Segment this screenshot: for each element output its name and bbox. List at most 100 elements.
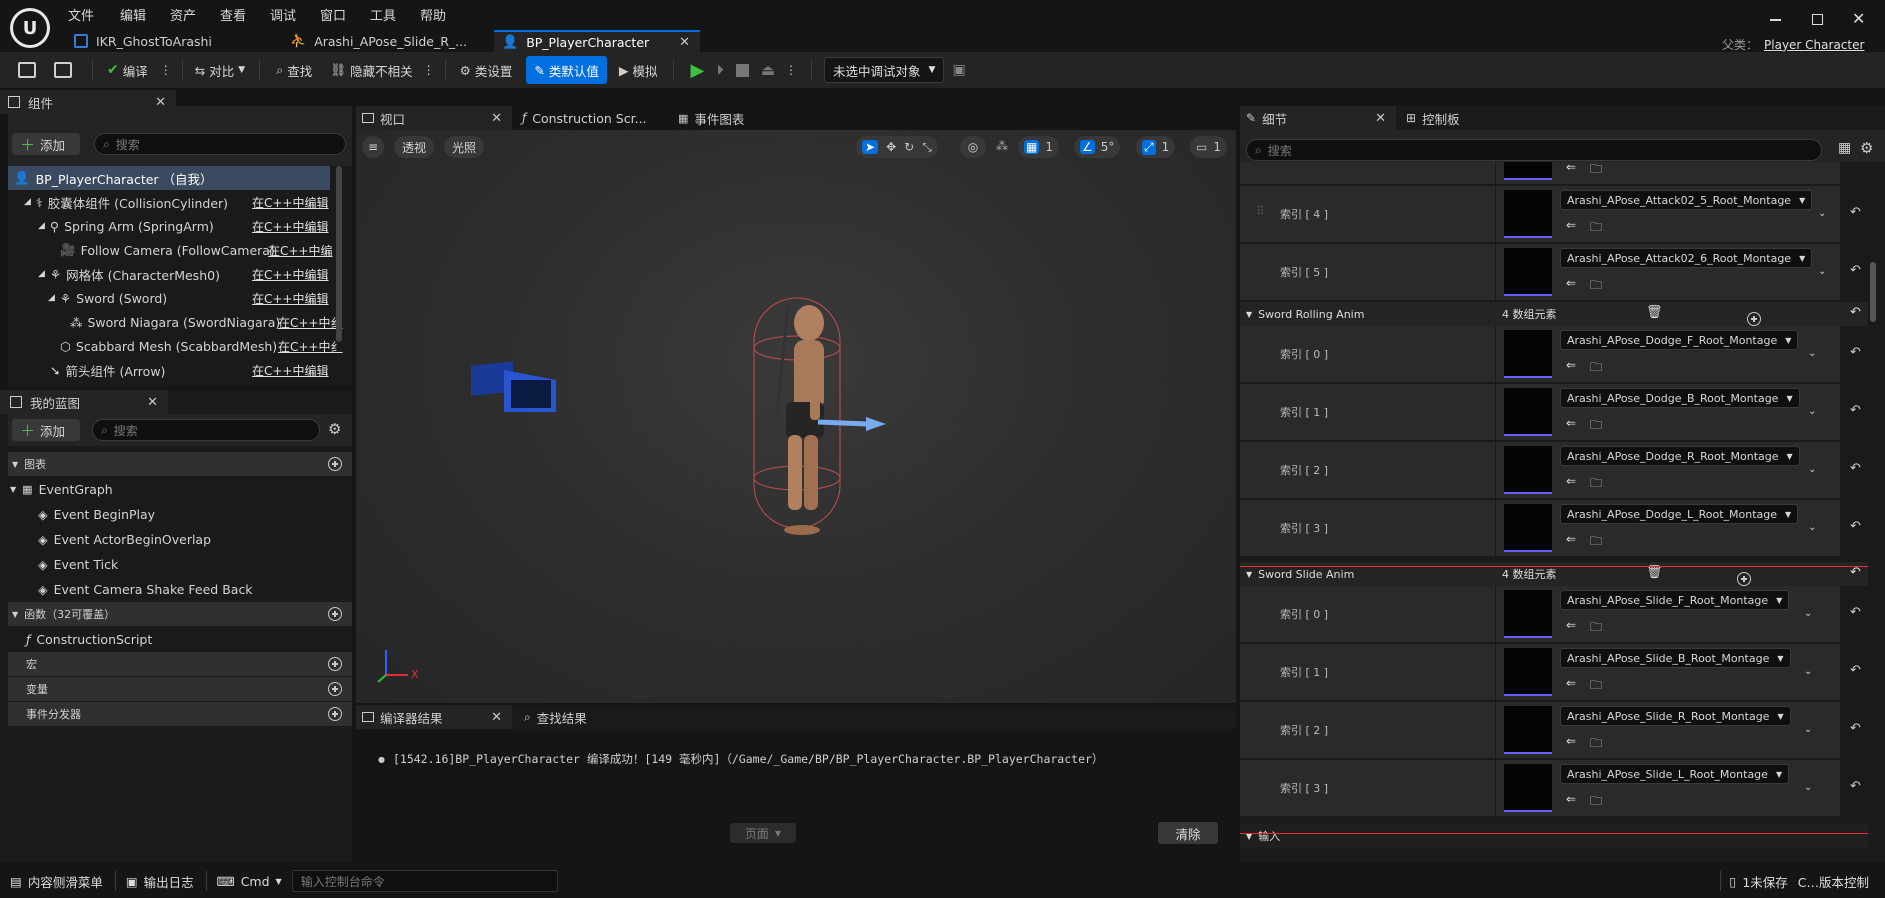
reset-icon[interactable]: ↶ (1850, 403, 1861, 418)
construction-script-item[interactable]: ƒ ConstructionScript (0, 627, 344, 651)
hide-options-icon[interactable]: ⋮ (423, 63, 435, 77)
close-tab-icon[interactable]: ✕ (679, 35, 690, 50)
tab-find-results[interactable]: ⌕ 查找结果 (524, 705, 587, 729)
component-capsule[interactable]: ◢ ⚕ 胶囊体组件 (CollisionCylinder) 在C++中编辑 (8, 190, 352, 214)
add-variable-icon[interactable] (328, 682, 342, 696)
montage-asset-picker[interactable]: Arashi_APose_Dodge_L_Root_Montage ▼ (1560, 504, 1799, 524)
close-tab-icon[interactable]: ✕ (147, 395, 158, 410)
compile-button[interactable]: ✔ 编译 (107, 55, 148, 85)
eject-icon[interactable]: ⏏ (761, 61, 775, 79)
find-button[interactable]: ⌕ 查找 (276, 55, 312, 85)
sword-rolling-anim-group[interactable]: ▼ Sword Rolling Anim 4 数组元素 🗑 ↶ (1240, 302, 1868, 326)
play-options-icon[interactable]: ⋮ (785, 63, 797, 77)
row-options-chevron-icon[interactable]: ⌄ (1808, 522, 1816, 533)
functions-section-header[interactable]: ▼ 函数（32可覆盖） (8, 602, 352, 626)
close-window-icon[interactable]: ✕ (1852, 9, 1865, 28)
use-selected-icon[interactable]: ⇐ (1566, 474, 1582, 490)
montage-asset-picker[interactable]: Arashi_APose_Attack02_5_Root_Montage ▼ (1560, 190, 1813, 210)
tab-construction-script[interactable]: ƒ Construction Scr... (512, 106, 670, 130)
tab-compiler-results[interactable]: 编译器结果 ✕ (356, 705, 512, 729)
step-icon[interactable]: ⏵ (716, 61, 724, 79)
reset-icon[interactable]: ↶ (1850, 205, 1861, 220)
edit-in-cpp-link[interactable]: 在C++中编辑 (252, 194, 329, 211)
details-search-input[interactable]: ⌕ 搜索 (1246, 139, 1822, 161)
close-tab-icon[interactable]: ✕ (1375, 111, 1386, 126)
close-tab-icon[interactable]: ✕ (491, 710, 502, 725)
expand-arrow-icon[interactable]: ◢ (38, 221, 45, 231)
diff-button[interactable]: ⇆ 对比 ▼ (195, 55, 245, 85)
browse-asset-icon[interactable]: 🗀 (1590, 416, 1606, 432)
settings-gear-icon[interactable]: ⚙ (1860, 139, 1873, 157)
macros-section-header[interactable]: 宏 (8, 652, 352, 676)
use-selected-icon[interactable]: ⇐ (1566, 276, 1582, 292)
page-dropdown[interactable]: 页面 ▼ (730, 823, 796, 843)
tab-details[interactable]: ✎ 细节 ✕ (1240, 106, 1396, 130)
myblueprint-tab[interactable]: 我的蓝图 ✕ (0, 390, 168, 414)
edit-in-cpp-link[interactable]: 在C++中编 (268, 242, 333, 259)
edit-in-cpp-link[interactable]: 在C++中编辑 (252, 218, 329, 235)
browse-icon[interactable] (54, 62, 72, 78)
asset-thumbnail[interactable] (1504, 388, 1552, 436)
myblueprint-search-input[interactable]: ⌕ 搜索 (92, 419, 320, 441)
graphs-section-header[interactable]: ▼ 图表 (8, 452, 352, 476)
dispatchers-section-header[interactable]: 事件分发器 (8, 702, 352, 726)
settings-gear-icon[interactable]: ⚙ (328, 420, 341, 438)
row-options-chevron-icon[interactable]: ⌄ (1818, 266, 1826, 277)
parent-class-link[interactable]: Player Character (1764, 38, 1864, 52)
reset-icon[interactable]: ↶ (1850, 345, 1861, 360)
row-options-chevron-icon[interactable]: ⌄ (1808, 464, 1816, 475)
asset-thumbnail[interactable] (1504, 504, 1552, 552)
montage-asset-picker[interactable]: Arashi_APose_Dodge_B_Root_Montage ▼ (1560, 388, 1800, 408)
class-defaults-button[interactable]: ✎ 类默认值 (526, 56, 607, 84)
components-tab[interactable]: 组件 ✕ (0, 90, 176, 114)
component-mesh[interactable]: ◢ ⚘ 网格体 (CharacterMesh0) 在C++中编辑 (8, 262, 352, 286)
reset-icon[interactable]: ↶ (1850, 519, 1861, 534)
tree-scrollbar[interactable] (336, 166, 342, 342)
menu-help[interactable]: 帮助 (420, 5, 470, 24)
reset-icon[interactable]: ↶ (1850, 461, 1861, 476)
maximize-icon[interactable] (1812, 14, 1823, 25)
doc-tab-anim[interactable]: ⛹ Arashi_APose_Slide_R_... (282, 30, 492, 52)
doc-tab-ikr[interactable]: IKR_GhostToArashi (58, 30, 280, 52)
row-options-chevron-icon[interactable]: ⌄ (1818, 208, 1826, 219)
use-selected-icon[interactable]: ⇐ (1566, 218, 1582, 234)
component-springarm[interactable]: ◢ ⚲ Spring Arm (SpringArm) 在C++中编辑 (8, 214, 352, 238)
asset-thumbnail[interactable] (1504, 162, 1552, 180)
edit-in-cpp-link[interactable]: 在C++中编辑 (252, 290, 329, 307)
reset-icon[interactable]: ↶ (1850, 305, 1861, 320)
clear-button[interactable]: 清除 (1158, 822, 1218, 844)
add-blueprint-item-button[interactable]: ＋ 添加 (12, 419, 80, 441)
reset-icon[interactable]: ↶ (1850, 263, 1861, 278)
viewport[interactable]: ≡ 透视 光照 ➤ ✥ ↻ ⤡ ◎ ⁂ ▦ 1 ∠ 5° ⤢ 1 ▭ 1 X (356, 130, 1236, 703)
content-drawer-button[interactable]: ▤ 内容侧滑菜单 (10, 872, 103, 891)
arrow-gizmo[interactable] (817, 417, 886, 431)
camera-gizmo[interactable] (471, 361, 556, 412)
use-selected-icon[interactable]: ⇐ (1566, 162, 1582, 176)
browse-asset-icon[interactable]: 🗀 (1590, 358, 1606, 374)
add-dispatcher-icon[interactable] (328, 707, 342, 721)
menu-edit[interactable]: 编辑 (120, 5, 170, 24)
edit-in-cpp-link[interactable]: 在C++中编辑 (252, 266, 329, 283)
component-niagara[interactable]: ⁂ Sword Niagara (SwordNiagara) 在C++中纟 (8, 310, 352, 334)
asset-thumbnail[interactable] (1504, 190, 1552, 238)
tab-event-graph[interactable]: ▦ 事件图表 (670, 106, 800, 130)
component-camera[interactable]: 🎥 Follow Camera (FollowCamera) 在C++中编 (8, 238, 352, 262)
expand-arrow-icon[interactable]: ◢ (24, 197, 31, 207)
cmd-dropdown[interactable]: ⌨ Cmd ▼ (217, 874, 282, 889)
browse-asset-icon[interactable]: 🗀 (1590, 474, 1606, 490)
source-control-button[interactable]: C…版本控制 (1798, 872, 1869, 891)
menu-view[interactable]: 查看 (220, 5, 270, 24)
use-selected-icon[interactable]: ⇐ (1566, 532, 1582, 548)
stop-icon[interactable] (735, 63, 749, 77)
menu-debug[interactable]: 调试 (270, 5, 320, 24)
menu-window[interactable]: 窗口 (320, 5, 370, 24)
close-tab-icon[interactable]: ✕ (491, 111, 502, 126)
browse-asset-icon[interactable]: 🗀 (1590, 276, 1606, 292)
debug-filter-icon[interactable]: ▣ (952, 62, 965, 78)
table-view-icon[interactable]: ▦ (1838, 140, 1851, 156)
component-root[interactable]: 👤 BP_PlayerCharacter （自我） (8, 166, 330, 190)
console-command-input[interactable]: 输入控制台命令 (291, 870, 558, 892)
edit-in-cpp-link[interactable]: 在C++中编辑 (252, 362, 329, 379)
row-options-chevron-icon[interactable]: ⌄ (1808, 348, 1816, 359)
expand-arrow-icon[interactable]: ◢ (48, 293, 55, 303)
